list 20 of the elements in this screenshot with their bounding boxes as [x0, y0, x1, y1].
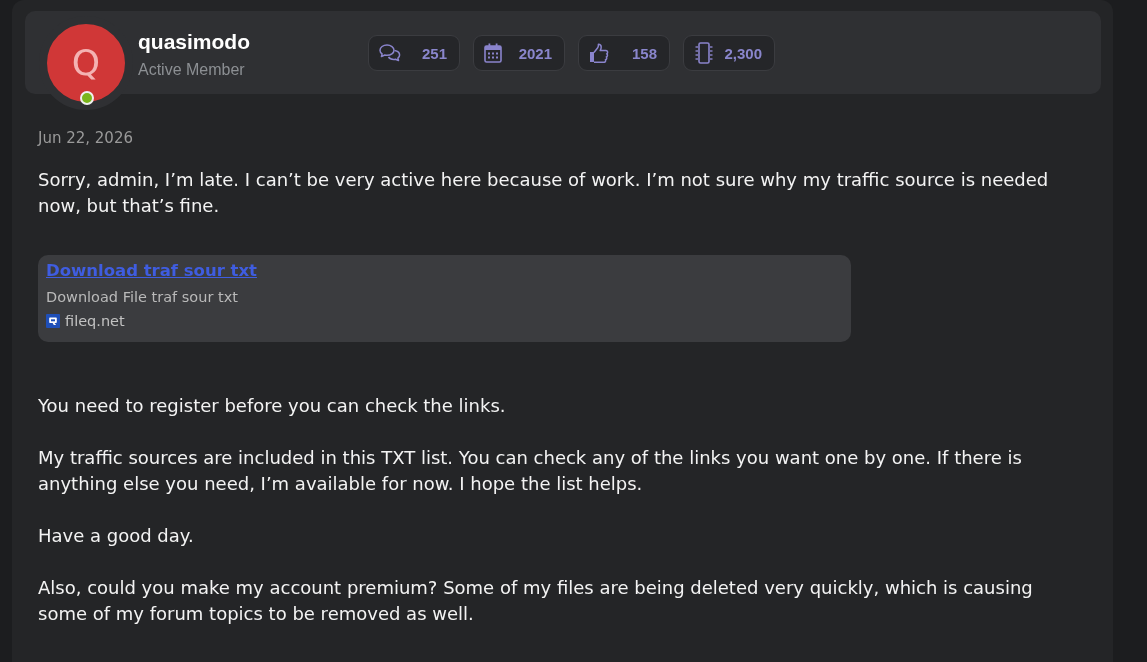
- user-title: Active Member: [138, 60, 245, 80]
- username-link[interactable]: quasimodo: [138, 29, 250, 55]
- post-paragraph: Sorry, admin, I’m late. I can’t be very active here because of work. I’m not sure why my traffic source is needed now, but that’s fine.: [38, 168, 1050, 218]
- chip-icon: [694, 42, 714, 64]
- link-preview-site: fileq.net: [65, 312, 125, 331]
- chat-bubbles-icon: [379, 43, 401, 63]
- post-paragraph: Have a good day.: [38, 524, 195, 548]
- post-date: Jun 22, 2026: [38, 128, 134, 148]
- calendar-icon: [484, 43, 502, 63]
- link-preview-title-link[interactable]: Download traf sour txt: [46, 259, 257, 283]
- post-paragraph: My traffic sources are included in this TXT list. You can check any of the links you want one by one. If there is anything else you need, I’m available for now. I hope the list helps.: [38, 446, 1023, 496]
- stat-count: 2,300: [724, 44, 762, 62]
- thumbs-up-icon: [589, 43, 609, 63]
- stat-count: 158: [631, 44, 657, 62]
- post-paragraph: You need to register before you can check the links.: [38, 394, 507, 418]
- post-paragraph: Also, could you make my account premium? Some of my files are being deleted very quickly, which is causing some of my forum topics to be removed as well.: [38, 576, 1034, 626]
- stat-count: 251: [421, 44, 447, 62]
- stat-count: 2021: [518, 44, 552, 62]
- link-preview-description: Download File traf sour txt: [46, 288, 238, 307]
- square-logo-icon: [46, 314, 60, 328]
